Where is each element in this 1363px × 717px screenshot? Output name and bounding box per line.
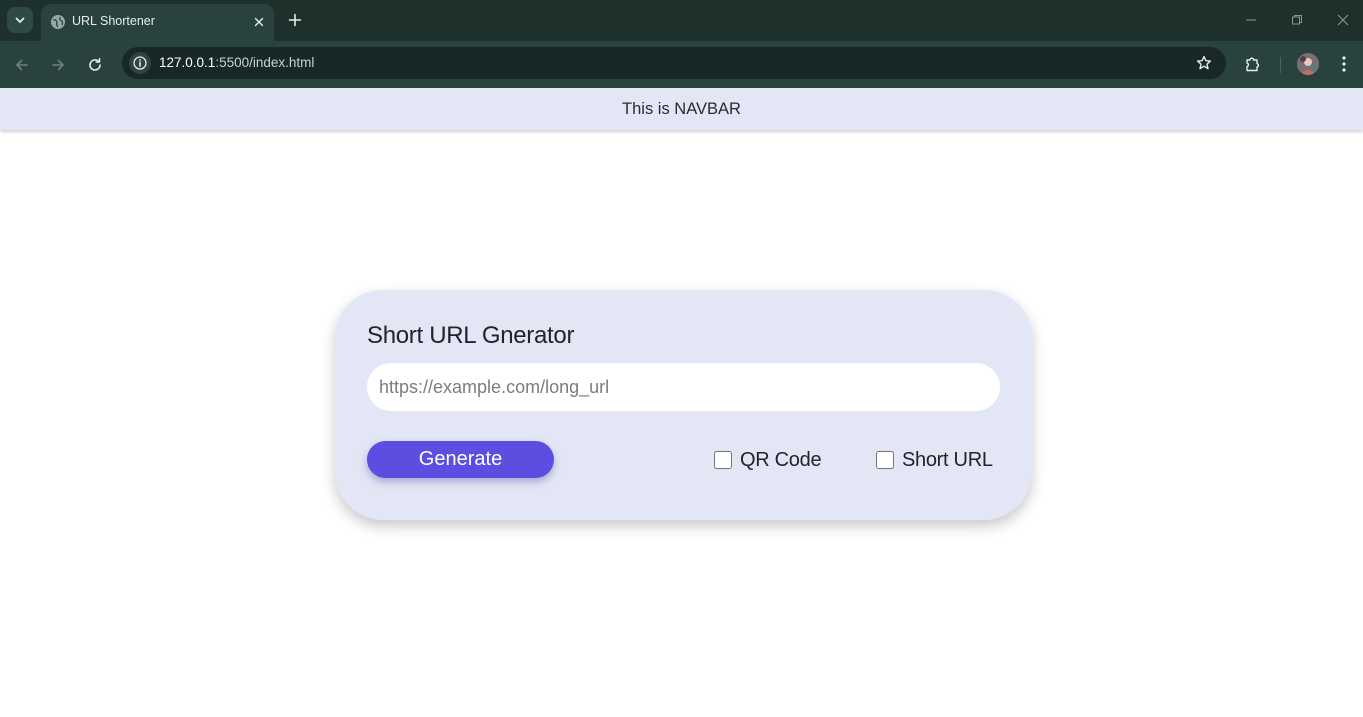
qr-code-label: QR Code bbox=[740, 448, 822, 471]
globe-icon bbox=[51, 15, 65, 29]
short-url-checkbox[interactable] bbox=[876, 451, 894, 469]
toolbar-separator bbox=[1280, 57, 1281, 73]
restore-button[interactable] bbox=[1287, 10, 1307, 30]
browser-toolbar: 127.0.0.1:5500/index.html bbox=[0, 41, 1363, 88]
minimize-button[interactable] bbox=[1241, 10, 1261, 30]
address-host: 127.0.0.1 bbox=[159, 55, 216, 70]
generate-button[interactable]: Generate bbox=[367, 441, 554, 478]
extensions-button[interactable] bbox=[1241, 52, 1265, 76]
chevron-down-icon bbox=[15, 17, 25, 23]
extensions-icon bbox=[1246, 57, 1260, 72]
qr-code-option[interactable]: QR Code bbox=[714, 448, 822, 472]
browser-tab[interactable]: URL Shortener bbox=[41, 4, 274, 41]
close-window-button[interactable] bbox=[1333, 10, 1353, 30]
close-icon bbox=[1337, 14, 1349, 26]
address-bar[interactable]: 127.0.0.1:5500/index.html bbox=[122, 47, 1226, 79]
avatar-image bbox=[1297, 53, 1319, 75]
plus-icon bbox=[288, 13, 302, 27]
minimize-icon bbox=[1246, 19, 1256, 21]
reload-icon bbox=[89, 58, 101, 71]
star-icon bbox=[1196, 55, 1212, 70]
browser-tab-strip: URL Shortener bbox=[0, 0, 1363, 41]
long-url-input[interactable] bbox=[367, 363, 1000, 411]
card-title: Short URL Gnerator bbox=[367, 322, 575, 349]
more-icon bbox=[1342, 56, 1346, 72]
address-path: :5500/index.html bbox=[215, 55, 315, 70]
close-icon bbox=[254, 17, 264, 27]
back-icon bbox=[16, 59, 28, 71]
site-info-button[interactable] bbox=[129, 52, 151, 74]
new-tab-button[interactable] bbox=[284, 9, 306, 31]
avatar[interactable] bbox=[1297, 53, 1319, 75]
tab-title: URL Shortener bbox=[72, 14, 155, 28]
navbar: This is NAVBAR bbox=[0, 88, 1363, 130]
restore-icon bbox=[1292, 15, 1302, 25]
address-text: 127.0.0.1:5500/index.html bbox=[159, 55, 314, 70]
navbar-text: This is NAVBAR bbox=[622, 99, 741, 118]
more-menu-button[interactable] bbox=[1332, 52, 1356, 76]
info-icon bbox=[133, 56, 147, 70]
forward-button[interactable] bbox=[46, 53, 70, 77]
tab-close-button[interactable] bbox=[250, 13, 268, 31]
back-button[interactable] bbox=[10, 53, 34, 77]
reload-button[interactable] bbox=[83, 53, 107, 77]
url-generator-card: Short URL Gnerator Generate QR Code Shor… bbox=[335, 290, 1032, 520]
short-url-label: Short URL bbox=[902, 448, 993, 471]
bookmark-button[interactable] bbox=[1193, 52, 1215, 74]
forward-icon bbox=[52, 59, 64, 71]
short-url-option[interactable]: Short URL bbox=[876, 448, 993, 472]
qr-code-checkbox[interactable] bbox=[714, 451, 732, 469]
tab-search-button[interactable] bbox=[7, 7, 33, 33]
